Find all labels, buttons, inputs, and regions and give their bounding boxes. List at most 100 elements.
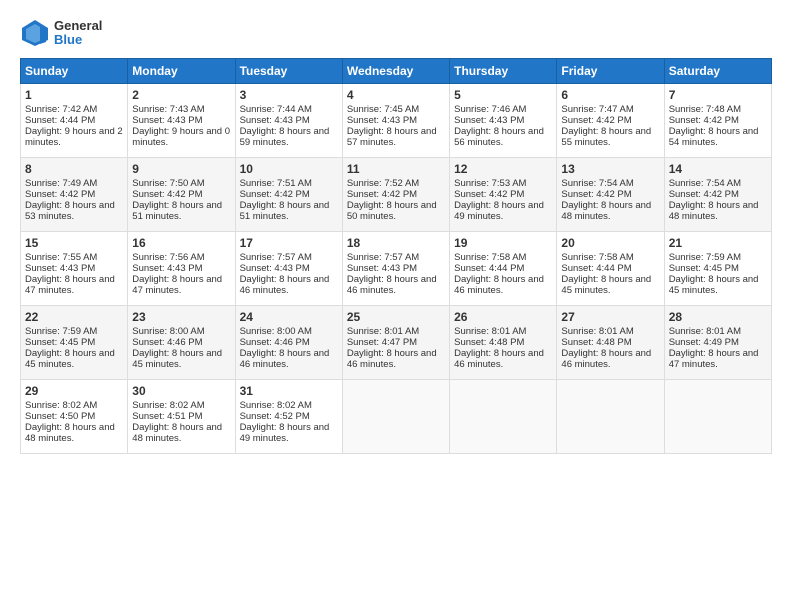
daylight: Daylight: 8 hours and 51 minutes.: [240, 200, 330, 222]
sunset: Sunset: 4:47 PM: [347, 337, 417, 348]
sunset: Sunset: 4:43 PM: [240, 115, 310, 126]
sunset: Sunset: 4:44 PM: [25, 115, 95, 126]
day-cell: 1Sunrise: 7:42 AMSunset: 4:44 PMDaylight…: [21, 84, 128, 158]
day-cell: 26Sunrise: 8:01 AMSunset: 4:48 PMDayligh…: [450, 306, 557, 380]
day-number: 17: [240, 236, 338, 250]
sunset: Sunset: 4:44 PM: [561, 263, 631, 274]
sunset: Sunset: 4:48 PM: [561, 337, 631, 348]
sunrise: Sunrise: 8:02 AM: [240, 400, 312, 411]
sunset: Sunset: 4:45 PM: [669, 263, 739, 274]
day-cell: 23Sunrise: 8:00 AMSunset: 4:46 PMDayligh…: [128, 306, 235, 380]
day-cell: 14Sunrise: 7:54 AMSunset: 4:42 PMDayligh…: [664, 158, 771, 232]
day-cell: [557, 380, 664, 454]
day-cell: 8Sunrise: 7:49 AMSunset: 4:42 PMDaylight…: [21, 158, 128, 232]
daylight: Daylight: 8 hours and 48 minutes.: [561, 200, 651, 222]
header-cell-monday: Monday: [128, 59, 235, 84]
day-cell: 9Sunrise: 7:50 AMSunset: 4:42 PMDaylight…: [128, 158, 235, 232]
sunset: Sunset: 4:51 PM: [132, 411, 202, 422]
header-row: SundayMondayTuesdayWednesdayThursdayFrid…: [21, 59, 772, 84]
sunset: Sunset: 4:43 PM: [132, 115, 202, 126]
daylight: Daylight: 8 hours and 48 minutes.: [669, 200, 759, 222]
day-number: 21: [669, 236, 767, 250]
sunrise: Sunrise: 7:54 AM: [561, 178, 633, 189]
daylight: Daylight: 8 hours and 49 minutes.: [454, 200, 544, 222]
day-number: 30: [132, 384, 230, 398]
logo-text-block: General Blue: [54, 19, 102, 48]
day-number: 13: [561, 162, 659, 176]
sunset: Sunset: 4:50 PM: [25, 411, 95, 422]
day-cell: 19Sunrise: 7:58 AMSunset: 4:44 PMDayligh…: [450, 232, 557, 306]
day-number: 11: [347, 162, 445, 176]
sunrise: Sunrise: 8:01 AM: [561, 326, 633, 337]
day-number: 27: [561, 310, 659, 324]
day-cell: 3Sunrise: 7:44 AMSunset: 4:43 PMDaylight…: [235, 84, 342, 158]
day-cell: 15Sunrise: 7:55 AMSunset: 4:43 PMDayligh…: [21, 232, 128, 306]
week-row-4: 22Sunrise: 7:59 AMSunset: 4:45 PMDayligh…: [21, 306, 772, 380]
day-cell: 28Sunrise: 8:01 AMSunset: 4:49 PMDayligh…: [664, 306, 771, 380]
sunset: Sunset: 4:48 PM: [454, 337, 524, 348]
sunrise: Sunrise: 8:01 AM: [454, 326, 526, 337]
day-cell: 29Sunrise: 8:02 AMSunset: 4:50 PMDayligh…: [21, 380, 128, 454]
sunset: Sunset: 4:44 PM: [454, 263, 524, 274]
daylight: Daylight: 8 hours and 46 minutes.: [240, 274, 330, 296]
sunrise: Sunrise: 8:02 AM: [25, 400, 97, 411]
day-number: 19: [454, 236, 552, 250]
page: General Blue SundayMondayTuesdayWednesda…: [0, 0, 792, 612]
daylight: Daylight: 8 hours and 46 minutes.: [347, 348, 437, 370]
daylight: Daylight: 9 hours and 0 minutes.: [132, 126, 230, 148]
header-cell-thursday: Thursday: [450, 59, 557, 84]
daylight: Daylight: 8 hours and 45 minutes.: [561, 274, 651, 296]
day-cell: 17Sunrise: 7:57 AMSunset: 4:43 PMDayligh…: [235, 232, 342, 306]
day-number: 24: [240, 310, 338, 324]
header-cell-tuesday: Tuesday: [235, 59, 342, 84]
day-number: 3: [240, 88, 338, 102]
sunrise: Sunrise: 7:53 AM: [454, 178, 526, 189]
day-cell: 24Sunrise: 8:00 AMSunset: 4:46 PMDayligh…: [235, 306, 342, 380]
sunset: Sunset: 4:42 PM: [561, 115, 631, 126]
sunset: Sunset: 4:43 PM: [25, 263, 95, 274]
sunrise: Sunrise: 8:00 AM: [240, 326, 312, 337]
day-number: 16: [132, 236, 230, 250]
header-cell-wednesday: Wednesday: [342, 59, 449, 84]
day-number: 8: [25, 162, 123, 176]
sunset: Sunset: 4:42 PM: [240, 189, 310, 200]
week-row-5: 29Sunrise: 8:02 AMSunset: 4:50 PMDayligh…: [21, 380, 772, 454]
day-number: 23: [132, 310, 230, 324]
day-number: 14: [669, 162, 767, 176]
day-number: 29: [25, 384, 123, 398]
day-cell: 2 Sunrise: 7:43 AMSunset: 4:43 PMDaylight…: [128, 84, 235, 158]
sunset: Sunset: 4:42 PM: [25, 189, 95, 200]
sunset: Sunset: 4:46 PM: [240, 337, 310, 348]
day-number: 15: [25, 236, 123, 250]
daylight: Daylight: 8 hours and 54 minutes.: [669, 126, 759, 148]
day-cell: 30Sunrise: 8:02 AMSunset: 4:51 PMDayligh…: [128, 380, 235, 454]
day-number: 28: [669, 310, 767, 324]
sunrise: Sunrise: 7:57 AM: [240, 252, 312, 263]
daylight: Daylight: 8 hours and 46 minutes.: [347, 274, 437, 296]
day-cell: 18Sunrise: 7:57 AMSunset: 4:43 PMDayligh…: [342, 232, 449, 306]
week-row-2: 8Sunrise: 7:49 AMSunset: 4:42 PMDaylight…: [21, 158, 772, 232]
day-number: 7: [669, 88, 767, 102]
daylight: Daylight: 8 hours and 56 minutes.: [454, 126, 544, 148]
sunrise: Sunrise: 8:00 AM: [132, 326, 204, 337]
day-cell: 11Sunrise: 7:52 AMSunset: 4:42 PMDayligh…: [342, 158, 449, 232]
sunrise: Sunrise: 7:49 AM: [25, 178, 97, 189]
day-number: 2: [132, 88, 230, 102]
sunset: Sunset: 4:42 PM: [454, 189, 524, 200]
daylight: Daylight: 8 hours and 49 minutes.: [240, 422, 330, 444]
day-cell: 22Sunrise: 7:59 AMSunset: 4:45 PMDayligh…: [21, 306, 128, 380]
sunrise: Sunrise: 7:48 AM: [669, 104, 741, 115]
logo: General Blue: [20, 18, 102, 48]
sunrise: Sunrise: 7:50 AM: [132, 178, 204, 189]
daylight: Daylight: 8 hours and 46 minutes.: [454, 348, 544, 370]
day-number: 31: [240, 384, 338, 398]
daylight: Daylight: 8 hours and 59 minutes.: [240, 126, 330, 148]
day-cell: 20Sunrise: 7:58 AMSunset: 4:44 PMDayligh…: [557, 232, 664, 306]
daylight: Daylight: 8 hours and 47 minutes.: [669, 348, 759, 370]
day-number: 12: [454, 162, 552, 176]
sunrise: Sunrise: 7:43 AM: [132, 104, 204, 115]
daylight: Daylight: 8 hours and 45 minutes.: [669, 274, 759, 296]
day-cell: 5Sunrise: 7:46 AMSunset: 4:43 PMDaylight…: [450, 84, 557, 158]
day-cell: [664, 380, 771, 454]
daylight: Daylight: 8 hours and 57 minutes.: [347, 126, 437, 148]
